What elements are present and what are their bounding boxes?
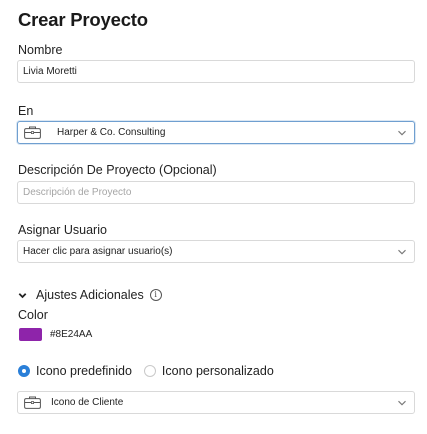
asignar-value: Hacer clic para asignar usuario(s) [23,246,173,257]
descripcion-label: Descripción De Proyecto (Opcional) [18,163,217,177]
nombre-input[interactable]: Livia Moretti [17,60,415,83]
color-value: #8E24AA [50,329,93,340]
en-select[interactable]: Harper & Co. Consulting [17,121,415,144]
radio-label-personalizado: Icono personalizado [161,364,274,378]
descripcion-input[interactable]: Descripción de Proyecto [17,181,415,204]
asignar-label: Asignar Usuario [18,223,107,237]
nombre-label: Nombre [18,43,63,57]
ajustes-toggle[interactable]: Ajustes Adicionales i [18,288,162,302]
color-picker[interactable]: #8E24AA [19,328,92,341]
ajustes-label: Ajustes Adicionales [36,288,144,302]
icono-value: Icono de Cliente [51,397,124,408]
radio-label-predefinido: Icono predefinido [36,364,132,378]
briefcase-icon [24,126,41,139]
icono-radio-group: Icono predefinido Icono personalizado [18,364,274,378]
color-swatch[interactable] [19,328,42,341]
page-title: Crear Proyecto [18,9,148,30]
radio-selected-indicator[interactable] [18,365,30,377]
radio-icono-predefinido[interactable]: Icono predefinido [18,364,132,378]
color-label: Color [18,308,48,322]
briefcase-icon [24,396,41,409]
chevron-down-icon [398,249,406,254]
icono-select[interactable]: Icono de Cliente [17,391,415,414]
chevron-down-icon [398,400,406,405]
asignar-select[interactable]: Hacer clic para asignar usuario(s) [17,240,415,263]
radio-icono-personalizado[interactable]: Icono personalizado [143,364,274,378]
en-value: Harper & Co. Consulting [57,127,166,138]
descripcion-placeholder: Descripción de Proyecto [23,187,132,198]
nombre-value: Livia Moretti [23,66,77,77]
radio-unselected-indicator[interactable] [143,365,156,377]
chevron-down-icon [398,130,406,135]
en-label: En [18,104,34,118]
caret-down-icon [18,292,27,298]
info-icon[interactable]: i [149,289,162,301]
